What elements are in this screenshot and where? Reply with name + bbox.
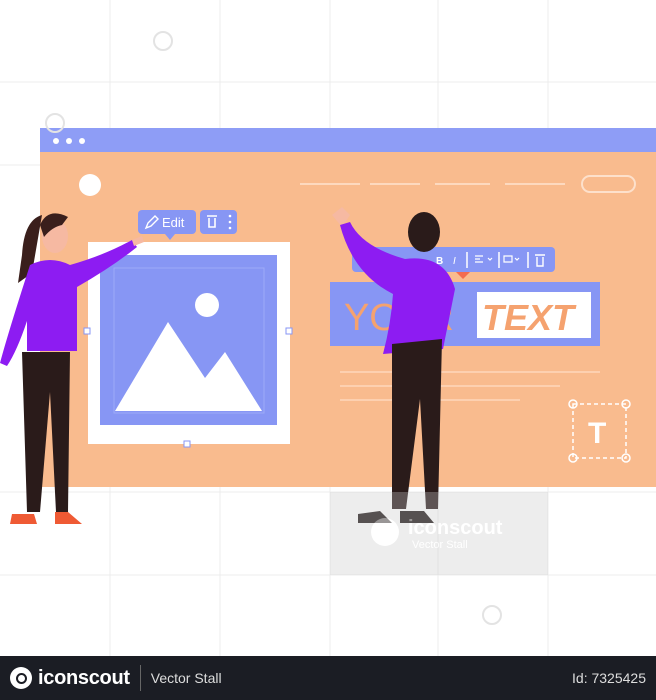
watermark-brand: iconscout xyxy=(408,517,503,539)
illustration: Edit B I YOUR TEXT T xyxy=(0,0,656,656)
footer-author[interactable]: Vector Stall xyxy=(151,670,222,686)
iconscout-logo[interactable]: iconscout xyxy=(10,667,130,690)
kebab-icon xyxy=(228,214,232,230)
italic-button[interactable]: I xyxy=(453,256,456,267)
sun-icon xyxy=(195,293,219,317)
headline-word-2: TEXT xyxy=(482,297,577,338)
delete-image-button[interactable] xyxy=(200,210,237,234)
browser-titlebar xyxy=(40,128,656,152)
watermark: iconscout Vector Stall xyxy=(330,492,548,575)
footer-brand: iconscout xyxy=(38,666,130,689)
text-tool-label: T xyxy=(588,417,606,450)
logo-placeholder xyxy=(79,174,101,196)
footer-bar: iconscout Vector Stall Id: 7325425 xyxy=(0,656,656,700)
window-dots xyxy=(53,138,85,144)
asset-id: Id: 7325425 xyxy=(572,670,646,686)
edit-label: Edit xyxy=(162,215,185,230)
watermark-author: Vector Stall xyxy=(412,539,468,551)
iconscout-logo-icon xyxy=(10,667,32,689)
divider xyxy=(139,665,141,691)
